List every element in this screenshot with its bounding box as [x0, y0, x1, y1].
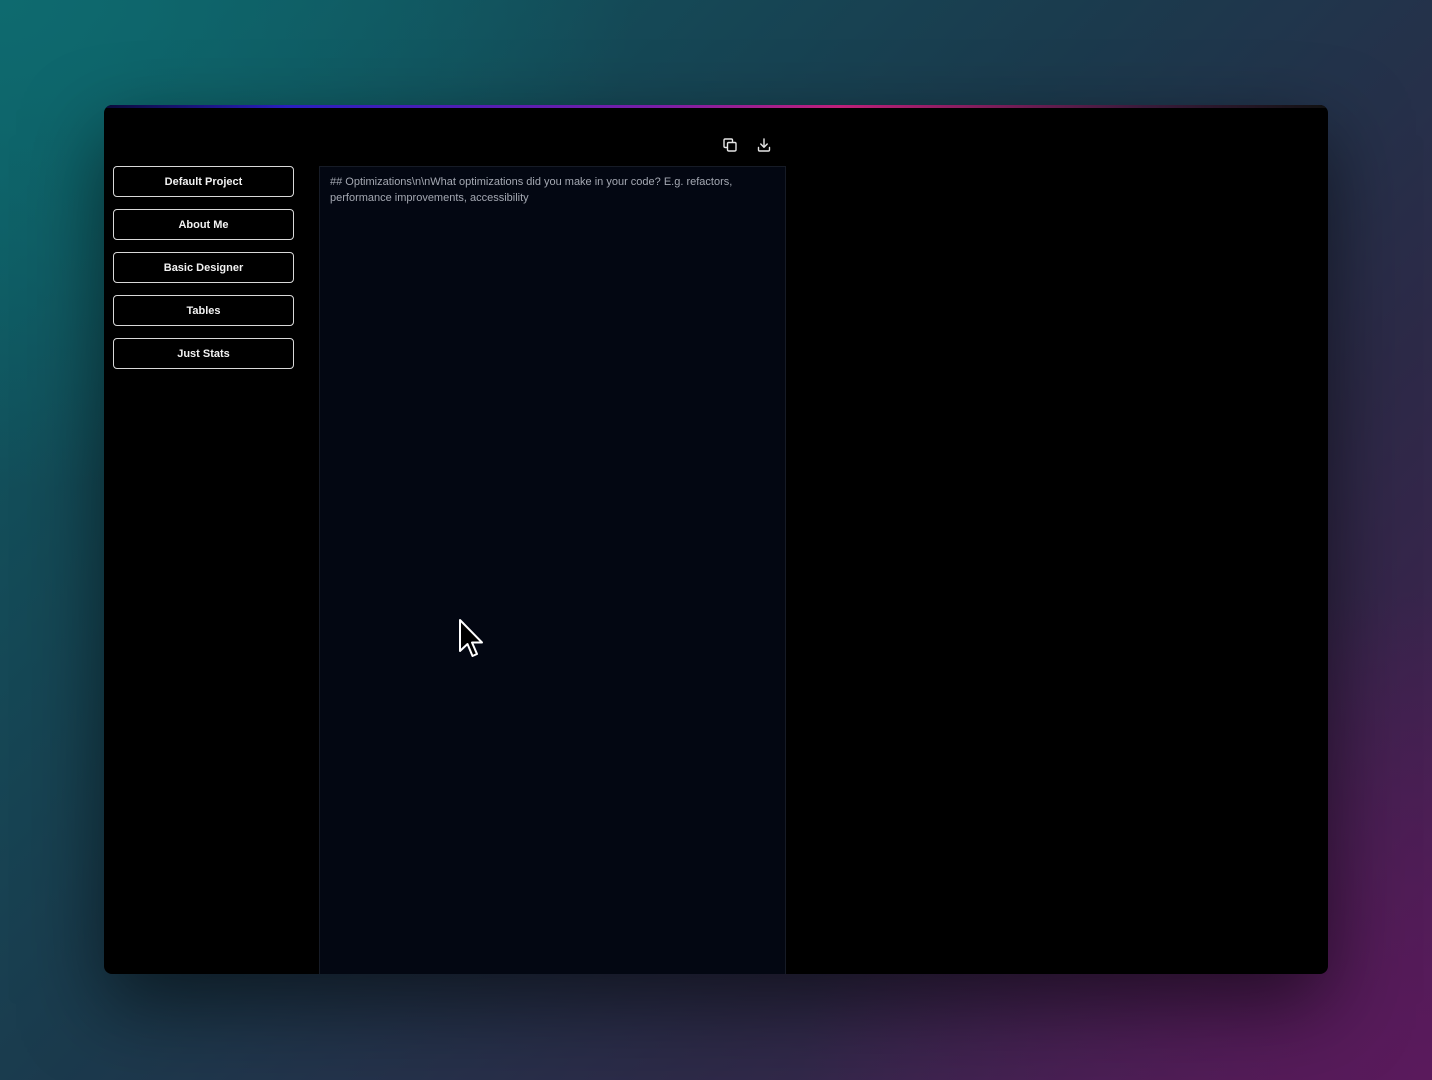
editor-content[interactable]: ## Optimizations\n\nWhat optimizations d…: [330, 175, 755, 206]
app-window: Default Project About Me Basic Designer …: [104, 105, 1328, 974]
sidebar-item-default-project[interactable]: Default Project: [113, 166, 294, 197]
download-icon: [757, 138, 771, 152]
copy-button[interactable]: [720, 135, 740, 155]
project-sidebar: Default Project About Me Basic Designer …: [113, 166, 294, 369]
top-accent-bar: [104, 105, 1328, 108]
mouse-cursor-icon: [459, 619, 483, 657]
editor-toolbar: [720, 135, 774, 155]
sidebar-item-about-me[interactable]: About Me: [113, 209, 294, 240]
sidebar-item-tables[interactable]: Tables: [113, 295, 294, 326]
download-button[interactable]: [754, 135, 774, 155]
sidebar-item-just-stats[interactable]: Just Stats: [113, 338, 294, 369]
sidebar-item-basic-designer[interactable]: Basic Designer: [113, 252, 294, 283]
markdown-editor[interactable]: ## Optimizations\n\nWhat optimizations d…: [319, 166, 786, 974]
copy-icon: [723, 138, 737, 152]
